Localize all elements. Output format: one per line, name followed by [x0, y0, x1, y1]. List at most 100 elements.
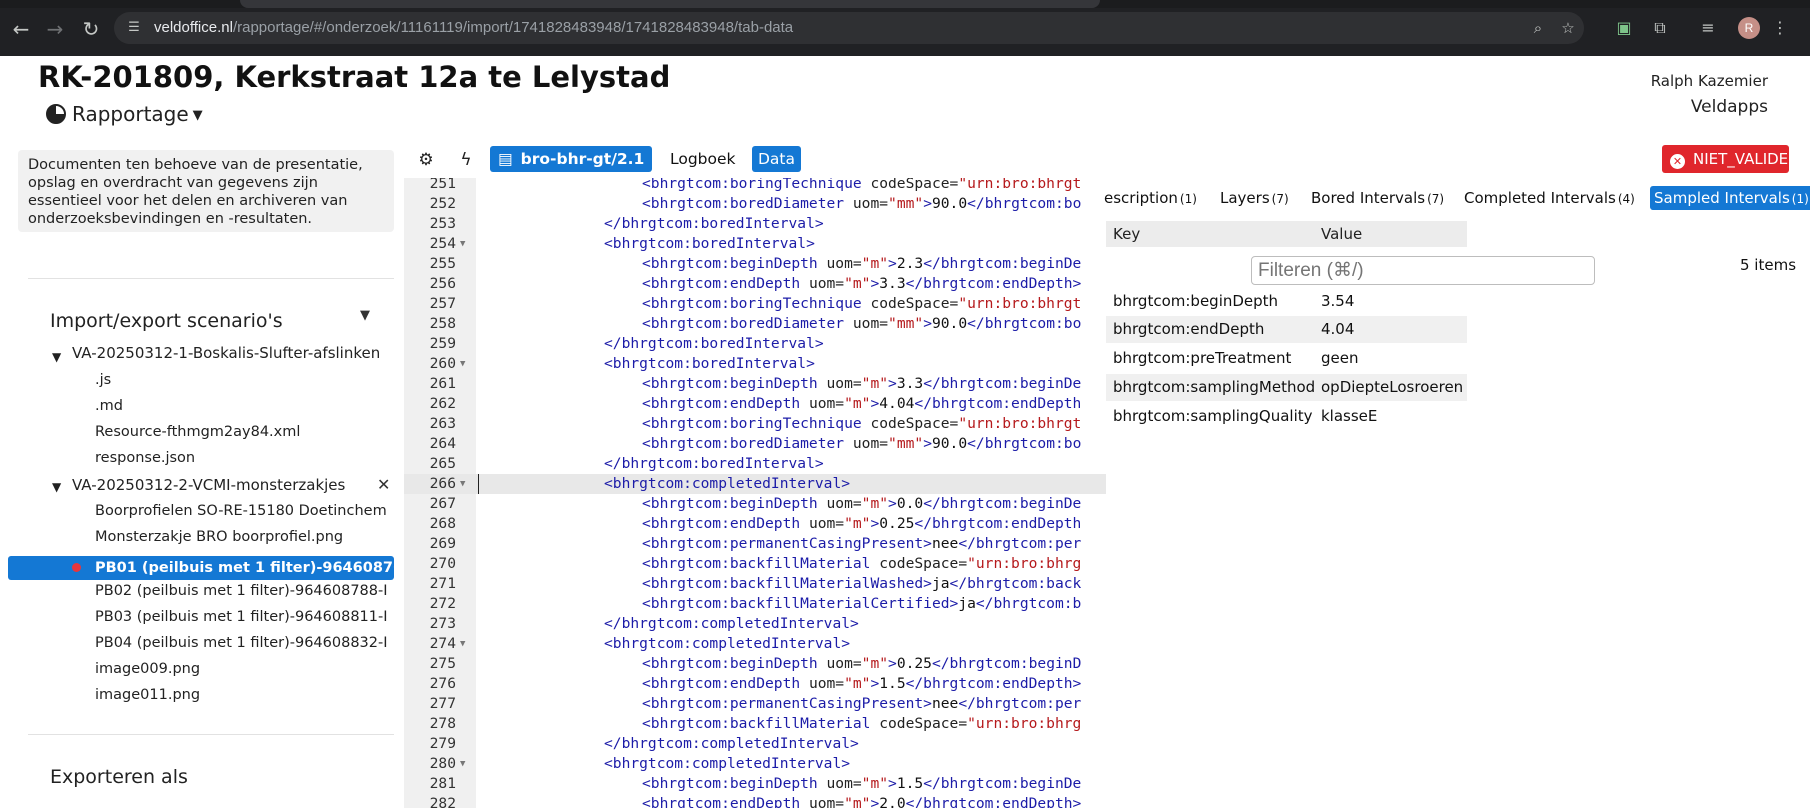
extension-icon[interactable]: ▣ [1612, 14, 1636, 42]
code-line[interactable]: 260 ▼ <bhrgtcom:boredInterval> [404, 354, 1106, 374]
code-line[interactable]: 264 <bhrgtcom:boredDiameter uom="mm">90.0… [404, 434, 1106, 454]
tree-item-selected[interactable]: PB01 (peilbuis met 1 filter)-964608767 [8, 556, 394, 580]
format-label: bro-bhr-gt/2.1 [520, 150, 645, 168]
tab-sampled-intervals[interactable]: Sampled Intervals (1) [1650, 186, 1810, 210]
code-line[interactable]: 265 </bhrgtcom:boredInterval> [404, 454, 1106, 474]
code-text: <bhrgtcom:backfillMaterialCertified>ja</… [642, 595, 1082, 612]
tree-item[interactable]: Monsterzakje BRO boorprofiel.png [95, 526, 394, 548]
fold-toggle-icon[interactable]: ▼ [460, 354, 465, 374]
line-number: 275 [429, 655, 456, 672]
table-row[interactable]: bhrgtcom:samplingMethod opDiepteLosroeren [1106, 374, 1467, 401]
zoom-icon[interactable]: ⌕ [1528, 18, 1548, 38]
column-value[interactable]: Value [1321, 225, 1362, 243]
table-row[interactable]: bhrgtcom:endDepth 4.04 [1106, 316, 1467, 343]
code-line[interactable]: 268 <bhrgtcom:endDepth uom="m">0.25</bhrg… [404, 514, 1106, 534]
code-line[interactable]: 251 <bhrgtcom:boringTechnique codeSpace="… [404, 178, 1106, 194]
code-editor[interactable]: 251 <bhrgtcom:boringTechnique codeSpace="… [404, 178, 1106, 808]
code-line[interactable]: 252 <bhrgtcom:boredDiameter uom="mm">90.0… [404, 194, 1106, 214]
code-line[interactable]: 275 <bhrgtcom:beginDepth uom="m">0.25</bh… [404, 654, 1106, 674]
fold-toggle-icon[interactable]: ▼ [460, 754, 465, 774]
scenarios-title[interactable]: Import/export scenario's [50, 310, 283, 332]
code-line[interactable]: 282 <bhrgtcom:endDepth uom="m">2.0</bhrgt… [404, 794, 1106, 808]
forward-icon[interactable]: → [40, 14, 70, 44]
profile-avatar[interactable]: R [1738, 17, 1760, 39]
table-row[interactable]: bhrgtcom:beginDepth 3.54 [1106, 288, 1467, 315]
code-line[interactable]: 261 <bhrgtcom:beginDepth uom="m">3.3</bhr… [404, 374, 1106, 394]
bookmark-star-icon[interactable]: ☆ [1558, 18, 1578, 38]
tab-description[interactable]: escription (1) [1100, 186, 1201, 210]
active-tab[interactable] [240, 0, 1100, 8]
code-line[interactable]: 266 ▼ <bhrgtcom:completedInterval> [404, 474, 1106, 494]
tree-item[interactable]: .js [95, 369, 394, 391]
tab-data[interactable]: Data [752, 146, 802, 172]
media-queue-icon[interactable]: ≡ [1696, 14, 1720, 42]
fold-toggle-icon[interactable]: ▼ [460, 474, 465, 494]
puzzle-icon[interactable]: ⧉ [1648, 14, 1672, 42]
code-text: <bhrgtcom:boredInterval> [604, 355, 815, 372]
tab-logboek[interactable]: Logboek [670, 146, 736, 172]
tree-group[interactable]: VA-20250312-2-VCMI-monsterzakjes [72, 474, 372, 496]
status-badge[interactable]: ✕ NIET_VALIDE [1662, 145, 1789, 173]
code-line[interactable]: 254 ▼ <bhrgtcom:boredInterval> [404, 234, 1106, 254]
url-text[interactable]: veldoffice.nl/rapportage/#/onderzoek/111… [154, 19, 793, 36]
code-line[interactable]: 256 <bhrgtcom:endDepth uom="m">3.3</bhrgt… [404, 274, 1106, 294]
org-name[interactable]: Veldapps [1691, 97, 1768, 117]
code-line[interactable]: 262 <bhrgtcom:endDepth uom="m">4.04</bhrg… [404, 394, 1106, 414]
code-line[interactable]: 271 <bhrgtcom:backfillMaterialWashed>ja</… [404, 574, 1106, 594]
tab-completed-intervals[interactable]: Completed Intervals (4) [1460, 186, 1639, 210]
reload-icon[interactable]: ↻ [76, 14, 106, 44]
tree-item[interactable]: image011.png [95, 684, 394, 706]
tab-layers[interactable]: Layers (7) [1216, 186, 1293, 210]
tree-item[interactable]: Resource-fthmgm2ay84.xml [95, 421, 394, 443]
user-name[interactable]: Ralph Kazemier [1651, 72, 1768, 90]
code-line[interactable]: 279 </bhrgtcom:completedInterval> [404, 734, 1106, 754]
format-tab[interactable]: ▤ bro-bhr-gt/2.1 [490, 146, 653, 172]
code-line[interactable]: 257 <bhrgtcom:boringTechnique codeSpace="… [404, 294, 1106, 314]
table-row[interactable]: bhrgtcom:preTreatment geen [1106, 345, 1467, 372]
code-line[interactable]: 280 ▼ <bhrgtcom:completedInterval> [404, 754, 1106, 774]
code-line[interactable]: 273 </bhrgtcom:completedInterval> [404, 614, 1106, 634]
more-menu-icon[interactable]: ⋮ [1768, 14, 1792, 42]
module-menu[interactable]: Rapportage ▼ [46, 102, 203, 126]
tree-expand-icon[interactable]: ▼ [52, 480, 61, 494]
back-icon[interactable]: ← [6, 14, 36, 44]
tree-group[interactable]: VA-20250312-1-Boskalis-Slufter-afslinken [72, 342, 394, 364]
module-label: Rapportage [72, 102, 189, 126]
code-line[interactable]: 258 <bhrgtcom:boredDiameter uom="mm">90.0… [404, 314, 1106, 334]
tree-item[interactable]: image009.png [95, 658, 394, 680]
tree-expand-icon[interactable]: ▼ [52, 350, 61, 364]
tree-item[interactable]: PB03 (peilbuis met 1 filter)-964608811-I [95, 606, 394, 628]
table-row[interactable]: bhrgtcom:samplingQuality klasseE [1106, 403, 1467, 430]
code-line[interactable]: 276 <bhrgtcom:endDepth uom="m">1.5</bhrgt… [404, 674, 1106, 694]
code-line[interactable]: 253 </bhrgtcom:boredInterval> [404, 214, 1106, 234]
tree-item[interactable]: Boorprofielen SO-RE-15180 Doetinchem [95, 500, 394, 522]
filter-input[interactable] [1251, 256, 1595, 285]
code-line[interactable]: 255 <bhrgtcom:beginDepth uom="m">2.3</bhr… [404, 254, 1106, 274]
tree-item[interactable]: PB04 (peilbuis met 1 filter)-964608832-I [95, 632, 394, 654]
tree-item[interactable]: .md [95, 395, 394, 417]
code-line[interactable]: 269 <bhrgtcom:permanentCasingPresent>nee<… [404, 534, 1106, 554]
close-icon[interactable]: ✕ [377, 475, 390, 494]
code-line[interactable]: 270 <bhrgtcom:backfillMaterial codeSpace=… [404, 554, 1106, 574]
address-bar[interactable]: ☰ veldoffice.nl/rapportage/#/onderzoek/1… [114, 12, 1584, 44]
fold-toggle-icon[interactable]: ▼ [460, 634, 465, 654]
code-line[interactable]: 267 <bhrgtcom:beginDepth uom="m">0.0</bhr… [404, 494, 1106, 514]
gear-icon[interactable]: ⚙ [414, 148, 438, 172]
code-line[interactable]: 263 <bhrgtcom:boringTechnique codeSpace="… [404, 414, 1106, 434]
lightning-icon[interactable]: ϟ [454, 148, 478, 172]
column-key[interactable]: Key [1113, 225, 1140, 243]
chevron-down-icon[interactable]: ▼ [360, 308, 370, 323]
tree-item[interactable]: response.json [95, 447, 394, 469]
fold-toggle-icon[interactable]: ▼ [460, 234, 465, 254]
tree-item[interactable]: PB02 (peilbuis met 1 filter)-964608788-I [95, 580, 394, 602]
site-info-icon[interactable]: ☰ [126, 20, 142, 36]
code-line[interactable]: 281 <bhrgtcom:beginDepth uom="m">1.5</bhr… [404, 774, 1106, 794]
code-line[interactable]: 278 <bhrgtcom:backfillMaterial codeSpace=… [404, 714, 1106, 734]
code-line[interactable]: 274 ▼ <bhrgtcom:completedInterval> [404, 634, 1106, 654]
code-line[interactable]: 272 <bhrgtcom:backfillMaterialCertified>j… [404, 594, 1106, 614]
code-line[interactable]: 259 </bhrgtcom:boredInterval> [404, 334, 1106, 354]
tab-bored-intervals[interactable]: Bored Intervals (7) [1307, 186, 1448, 210]
code-line[interactable]: 277 <bhrgtcom:permanentCasingPresent>nee<… [404, 694, 1106, 714]
export-title[interactable]: Exporteren als [50, 766, 188, 788]
status-label: NIET_VALIDE [1693, 150, 1789, 168]
